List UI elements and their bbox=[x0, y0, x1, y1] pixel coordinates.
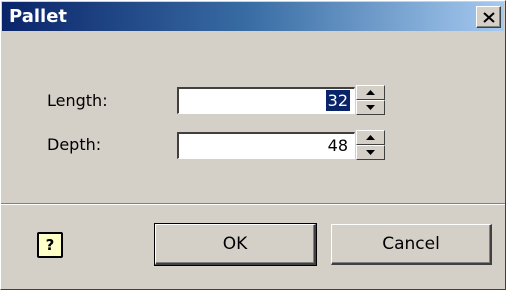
arrow-down-icon bbox=[366, 150, 375, 155]
ok-button[interactable]: OK bbox=[154, 223, 317, 266]
depth-down-button[interactable] bbox=[356, 145, 385, 160]
depth-up-button[interactable] bbox=[356, 130, 385, 145]
arrow-up-icon bbox=[366, 90, 375, 95]
cancel-button[interactable]: Cancel bbox=[331, 224, 492, 265]
length-spinner[interactable] bbox=[356, 85, 385, 115]
pallet-dialog: Pallet Length: 32 Depth: 48 ? OK Cancel bbox=[0, 0, 506, 290]
depth-value: 48 bbox=[327, 136, 348, 155]
cancel-label: Cancel bbox=[382, 234, 440, 254]
depth-input[interactable]: 48 bbox=[177, 132, 355, 159]
length-value: 32 bbox=[325, 90, 350, 111]
length-down-button[interactable] bbox=[356, 100, 385, 115]
length-input[interactable]: 32 bbox=[177, 87, 355, 114]
ok-label: OK bbox=[222, 234, 248, 254]
close-button[interactable] bbox=[476, 6, 501, 28]
help-icon[interactable]: ? bbox=[37, 232, 63, 258]
help-glyph: ? bbox=[45, 236, 55, 254]
length-up-button[interactable] bbox=[356, 85, 385, 100]
separator bbox=[1, 203, 505, 205]
depth-label: Depth: bbox=[47, 135, 102, 154]
arrow-down-icon bbox=[366, 105, 375, 110]
arrow-up-icon bbox=[366, 135, 375, 140]
length-label: Length: bbox=[47, 91, 108, 110]
title-bar[interactable]: Pallet bbox=[2, 2, 504, 31]
close-icon bbox=[482, 11, 495, 23]
depth-spinner[interactable] bbox=[356, 130, 385, 160]
window-title: Pallet bbox=[9, 6, 68, 27]
